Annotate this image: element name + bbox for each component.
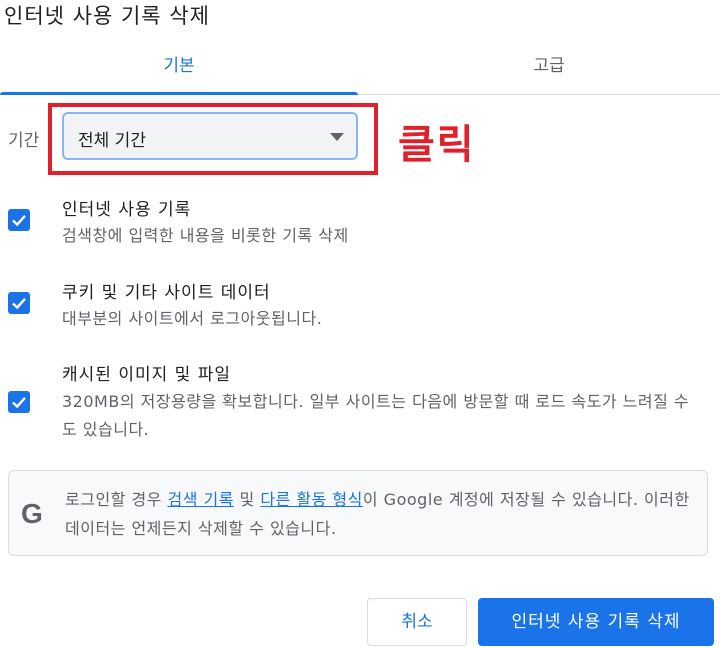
google-g-icon: G: [21, 498, 43, 529]
cookies-option-title: 쿠키 및 기타 사이트 데이터: [62, 283, 271, 303]
checkmark-icon: [12, 214, 26, 227]
clear-data-button[interactable]: 인터넷 사용 기록 삭제: [478, 598, 714, 646]
annotation-highlight-box: [48, 103, 378, 175]
cookies-checkbox[interactable]: [8, 292, 30, 314]
search-history-link[interactable]: 검색 기록: [168, 490, 234, 509]
cookies-option-desc: 대부분의 사이트에서 로그아웃됩니다.: [62, 309, 323, 328]
history-option-title: 인터넷 사용 기록: [62, 200, 192, 220]
cache-checkbox[interactable]: [8, 391, 30, 413]
cancel-button[interactable]: 취소: [367, 598, 467, 646]
info-text-part: 및: [233, 490, 261, 509]
info-text-part: 로그인할 경우: [65, 490, 168, 509]
checkmark-icon: [12, 297, 26, 310]
tab-advanced[interactable]: 고급: [378, 42, 720, 94]
dialog-title: 인터넷 사용 기록 삭제: [4, 4, 210, 28]
other-activity-link[interactable]: 다른 활동 형식: [260, 490, 363, 509]
period-label: 기간: [8, 131, 40, 151]
cache-option-desc: 320MB의 저장용량을 확보합니다. 일부 사이트는 다음에 방문할 때 로드…: [62, 392, 690, 439]
cache-option-title: 캐시된 이미지 및 파일: [62, 365, 231, 385]
info-text: 로그인할 경우 검색 기록 및 다른 활동 형식이 Google 계정에 저장될…: [65, 485, 697, 543]
history-option-desc: 검색창에 입력한 내용을 비롯한 기록 삭제: [62, 226, 349, 245]
tab-bar: 기본 고급: [0, 42, 720, 95]
google-account-info-box: G 로그인할 경우 검색 기록 및 다른 활동 형식이 Google 계정에 저…: [8, 470, 708, 556]
checkmark-icon: [12, 396, 26, 409]
annotation-click-label: 클릭: [398, 122, 476, 168]
tab-basic[interactable]: 기본: [0, 42, 358, 95]
history-checkbox[interactable]: [8, 209, 30, 231]
